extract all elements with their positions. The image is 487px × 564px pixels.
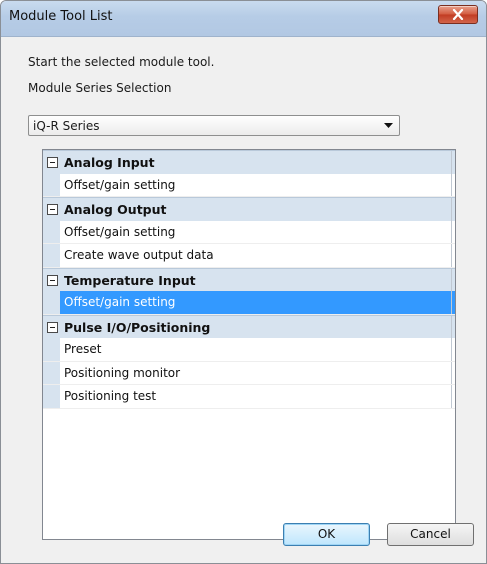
collapse-icon[interactable] [47, 157, 58, 168]
column-divider [451, 315, 452, 338]
tree-group-row[interactable]: Temperature Input [43, 267, 455, 291]
collapse-icon[interactable] [47, 321, 58, 333]
tree-item-label: Offset/gain setting [64, 224, 176, 239]
column-divider [451, 361, 452, 384]
chevron-down-icon [384, 123, 393, 128]
tree-rows: Analog Input Offset/gain setting Analog Ou… [43, 150, 455, 409]
instruction-text: Start the selected module tool. [28, 55, 215, 69]
tree-item-row[interactable]: Offset/gain setting [43, 220, 455, 244]
tree-item-row[interactable]: Create wave output data [43, 244, 455, 268]
row-gutter [43, 220, 60, 243]
tree-item-label: Positioning monitor [64, 365, 181, 380]
close-icon [452, 9, 464, 20]
tree-item-row[interactable]: Offset/gain setting [43, 291, 455, 315]
column-divider [451, 244, 452, 267]
column-divider [451, 338, 452, 361]
tree-item-label: Positioning test [64, 389, 157, 403]
title-bar[interactable]: Module Tool List [1, 1, 486, 37]
tree-item-label: Offset/gain setting [64, 295, 176, 309]
tree-item-row[interactable]: Offset/gain setting [43, 173, 455, 197]
tree-group-row[interactable]: Analog Input [43, 150, 455, 174]
column-divider [451, 385, 452, 408]
tree-group-row[interactable]: Analog Output [43, 197, 455, 221]
column-divider [451, 268, 452, 291]
tree-group-label: Analog Output [64, 202, 167, 217]
module-tool-list-dialog: Module Tool List Start the selected modu… [0, 0, 487, 564]
column-divider [451, 291, 452, 314]
row-gutter [43, 244, 60, 267]
tree-item-label: Offset/gain setting [64, 177, 176, 192]
window-title: Module Tool List [9, 9, 113, 24]
tree-group-label: Pulse I/O/Positioning [64, 319, 211, 335]
tree-item-row[interactable]: Positioning monitor [43, 361, 455, 385]
row-gutter [43, 173, 60, 196]
tree-group-label: Analog Input [64, 155, 155, 170]
tree-item-label: Create wave output data [64, 248, 214, 262]
column-divider [451, 220, 452, 243]
tree-item-row[interactable]: Preset [43, 338, 455, 362]
tree-group-row[interactable]: Pulse I/O/Positioning [43, 314, 455, 338]
module-tool-tree[interactable]: Analog Input Offset/gain setting Analog Ou… [42, 149, 456, 540]
close-button[interactable] [438, 5, 478, 24]
tree-item-label: Preset [64, 342, 102, 356]
module-series-value: iQ-R Series [33, 119, 100, 133]
column-divider [451, 151, 452, 174]
cancel-button[interactable]: Cancel [387, 523, 474, 546]
row-gutter [43, 385, 60, 408]
series-selection-label: Module Series Selection [28, 81, 172, 95]
row-gutter [43, 338, 60, 361]
tree-item-row[interactable]: Positioning test [43, 385, 455, 409]
row-gutter [43, 291, 60, 314]
row-gutter [43, 361, 60, 384]
collapse-icon[interactable] [47, 274, 58, 286]
collapse-icon[interactable] [47, 204, 58, 215]
column-divider [451, 198, 452, 221]
module-series-select[interactable]: iQ-R Series [28, 115, 400, 136]
ok-button[interactable]: OK [283, 523, 370, 546]
column-divider [451, 173, 452, 196]
tree-group-label: Temperature Input [64, 272, 196, 288]
dialog-body: Start the selected module tool. Module S… [1, 38, 486, 563]
